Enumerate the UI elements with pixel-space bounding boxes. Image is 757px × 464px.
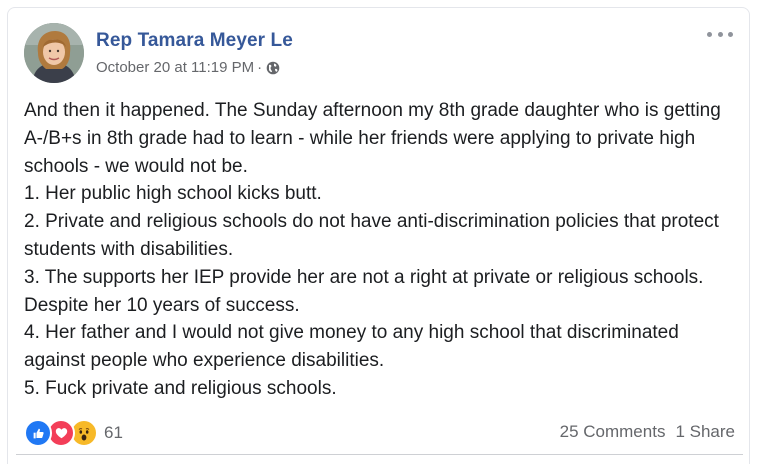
ellipsis-icon[interactable] — [707, 26, 733, 42]
post-line: 3. The supports her IEP provide her are … — [24, 266, 709, 316]
post-timestamp[interactable]: October 20 at 11:19 PM — [96, 59, 254, 76]
post-line: 4. Her father and I would not give money… — [24, 322, 685, 372]
footer-divider — [16, 454, 743, 455]
post-meta: October 20 at 11:19 PM · — [96, 59, 280, 76]
meta-separator: · — [257, 59, 263, 76]
post-line: 5. Fuck private and religious schools. — [24, 377, 337, 399]
post-line: 1. Her public high school kicks butt. — [24, 183, 322, 205]
post-card: Rep Tamara Meyer Le October 20 at 11:19 … — [7, 7, 750, 464]
globe-icon — [266, 61, 280, 75]
post-header: Rep Tamara Meyer Le October 20 at 11:19 … — [24, 22, 735, 84]
reactions-summary[interactable]: 61 — [24, 419, 123, 447]
post-line: And then it happened. The Sunday afterno… — [24, 100, 726, 177]
shares-count-link[interactable]: 1 Share — [675, 422, 735, 441]
post-footer: 61 25 Comments 1 Share — [24, 417, 735, 449]
post-line: 2. Private and religious schools do not … — [24, 211, 725, 260]
reaction-count: 61 — [104, 423, 123, 442]
comments-count-link[interactable]: 25 Comments — [560, 422, 666, 441]
avatar[interactable] — [24, 23, 84, 83]
engagement-counts: 25 Comments 1 Share — [560, 422, 735, 442]
like-icon — [24, 419, 52, 447]
post-body: And then it happened. The Sunday afterno… — [24, 97, 739, 403]
author-name[interactable]: Rep Tamara Meyer Le — [96, 30, 293, 52]
